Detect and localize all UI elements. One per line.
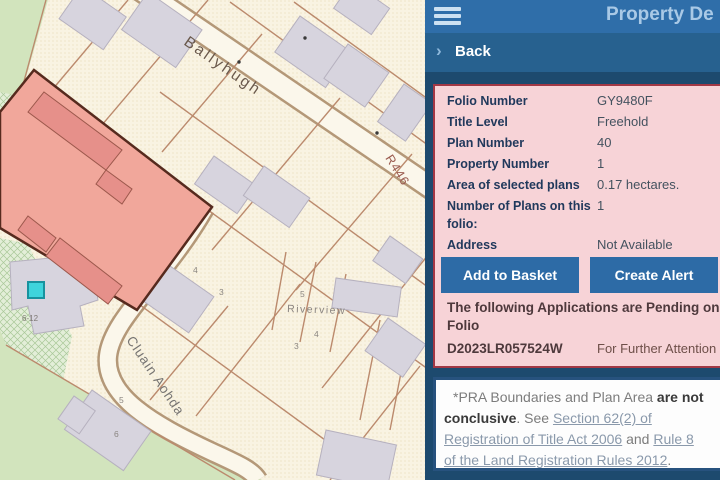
panel-header: Property De bbox=[425, 0, 720, 33]
disclaimer-text: . bbox=[667, 452, 671, 468]
disclaimer-line: *PRA Boundaries and Plan Area are not bbox=[444, 387, 720, 408]
row-value: Freehold bbox=[597, 113, 648, 131]
svg-text:3: 3 bbox=[219, 287, 224, 297]
svg-text:3: 3 bbox=[294, 341, 299, 351]
table-row: Area of selected plans 0.17 hectares. bbox=[447, 176, 720, 194]
create-alert-button[interactable]: Create Alert bbox=[590, 257, 718, 293]
property-details-panel: Property De › Back Folio Number GY9480F … bbox=[425, 0, 720, 480]
map-label-estate: Riverview bbox=[287, 303, 346, 317]
app-window: Ballyhugh R446 Riverview Cluain Aohda 6-… bbox=[0, 0, 720, 480]
row-value: 0.17 hectares. bbox=[597, 176, 679, 194]
row-label: Area of selected plans bbox=[447, 176, 597, 194]
application-status: For Further Attention bbox=[597, 341, 716, 356]
row-label: Folio Number bbox=[447, 92, 597, 110]
map-label-building-range: 6-12 bbox=[22, 314, 39, 323]
svg-text:5: 5 bbox=[300, 289, 305, 299]
pending-heading-line1: The following Applications are Pending o… bbox=[447, 299, 720, 317]
section-62-link[interactable]: Registration of Title Act 2006 bbox=[444, 431, 622, 447]
disclaimer-text: and bbox=[622, 431, 653, 447]
table-row: Folio Number GY9480F bbox=[447, 92, 720, 110]
svg-text:4: 4 bbox=[314, 329, 319, 339]
table-row: Plan Number 40 bbox=[447, 134, 720, 152]
disclaimer-text: . See bbox=[516, 410, 553, 426]
table-row: Address Not Available bbox=[447, 236, 720, 254]
disclaimer-text: *PRA Boundaries and Plan Area bbox=[453, 389, 657, 405]
rule-link[interactable]: of the Land Registration Rules 2012 bbox=[444, 452, 667, 468]
map-marker[interactable] bbox=[28, 282, 44, 298]
table-row: Title Level Freehold bbox=[447, 113, 720, 131]
back-label: Back bbox=[455, 43, 491, 60]
pending-applications-heading: The following Applications are Pending o… bbox=[447, 299, 720, 335]
row-value: GY9480F bbox=[597, 92, 653, 110]
map-canvas[interactable]: Ballyhugh R446 Riverview Cluain Aohda 6-… bbox=[0, 0, 432, 480]
row-value: 40 bbox=[597, 134, 611, 152]
row-value: 1 bbox=[597, 197, 604, 233]
svg-text:6: 6 bbox=[114, 429, 119, 439]
application-number: D2023LR057524W bbox=[447, 341, 597, 356]
pending-heading-line2: Folio bbox=[447, 318, 479, 333]
svg-text:5: 5 bbox=[119, 395, 124, 405]
svg-text:4: 4 bbox=[193, 265, 198, 275]
disclaimer-line: conclusive. See Section 62(2) of bbox=[444, 408, 720, 429]
folio-details-box: Folio Number GY9480F Title Level Freehol… bbox=[433, 84, 720, 368]
disclaimer-box: *PRA Boundaries and Plan Area are not co… bbox=[433, 377, 720, 471]
row-label: Property Number bbox=[447, 155, 597, 173]
menu-icon[interactable] bbox=[434, 7, 461, 26]
table-row: Number of Plans on this folio: 1 bbox=[447, 197, 720, 233]
row-value: Not Available bbox=[597, 236, 673, 254]
row-value: 1 bbox=[597, 155, 604, 173]
table-row: Property Number 1 bbox=[447, 155, 720, 173]
section-62-link[interactable]: Section 62(2) of bbox=[553, 410, 652, 426]
pending-application-row: D2023LR057524W For Further Attention bbox=[447, 341, 716, 356]
disclaimer-bold: are not bbox=[657, 389, 704, 405]
disclaimer-line: of the Land Registration Rules 2012. bbox=[444, 450, 720, 471]
row-label: Plan Number bbox=[447, 134, 597, 152]
row-label: Address bbox=[447, 236, 597, 254]
rule-link[interactable]: Rule 8 bbox=[653, 431, 693, 447]
disclaimer-line: Registration of Title Act 2006 and Rule … bbox=[444, 429, 720, 450]
row-label: Number of Plans on this folio: bbox=[447, 197, 597, 233]
row-label: Title Level bbox=[447, 113, 597, 131]
panel-title: Property De bbox=[606, 4, 714, 26]
chevron-right-icon: › bbox=[436, 41, 442, 61]
add-to-basket-button[interactable]: Add to Basket bbox=[441, 257, 579, 293]
back-button[interactable]: › Back bbox=[425, 33, 720, 72]
disclaimer-bold: conclusive bbox=[444, 410, 516, 426]
